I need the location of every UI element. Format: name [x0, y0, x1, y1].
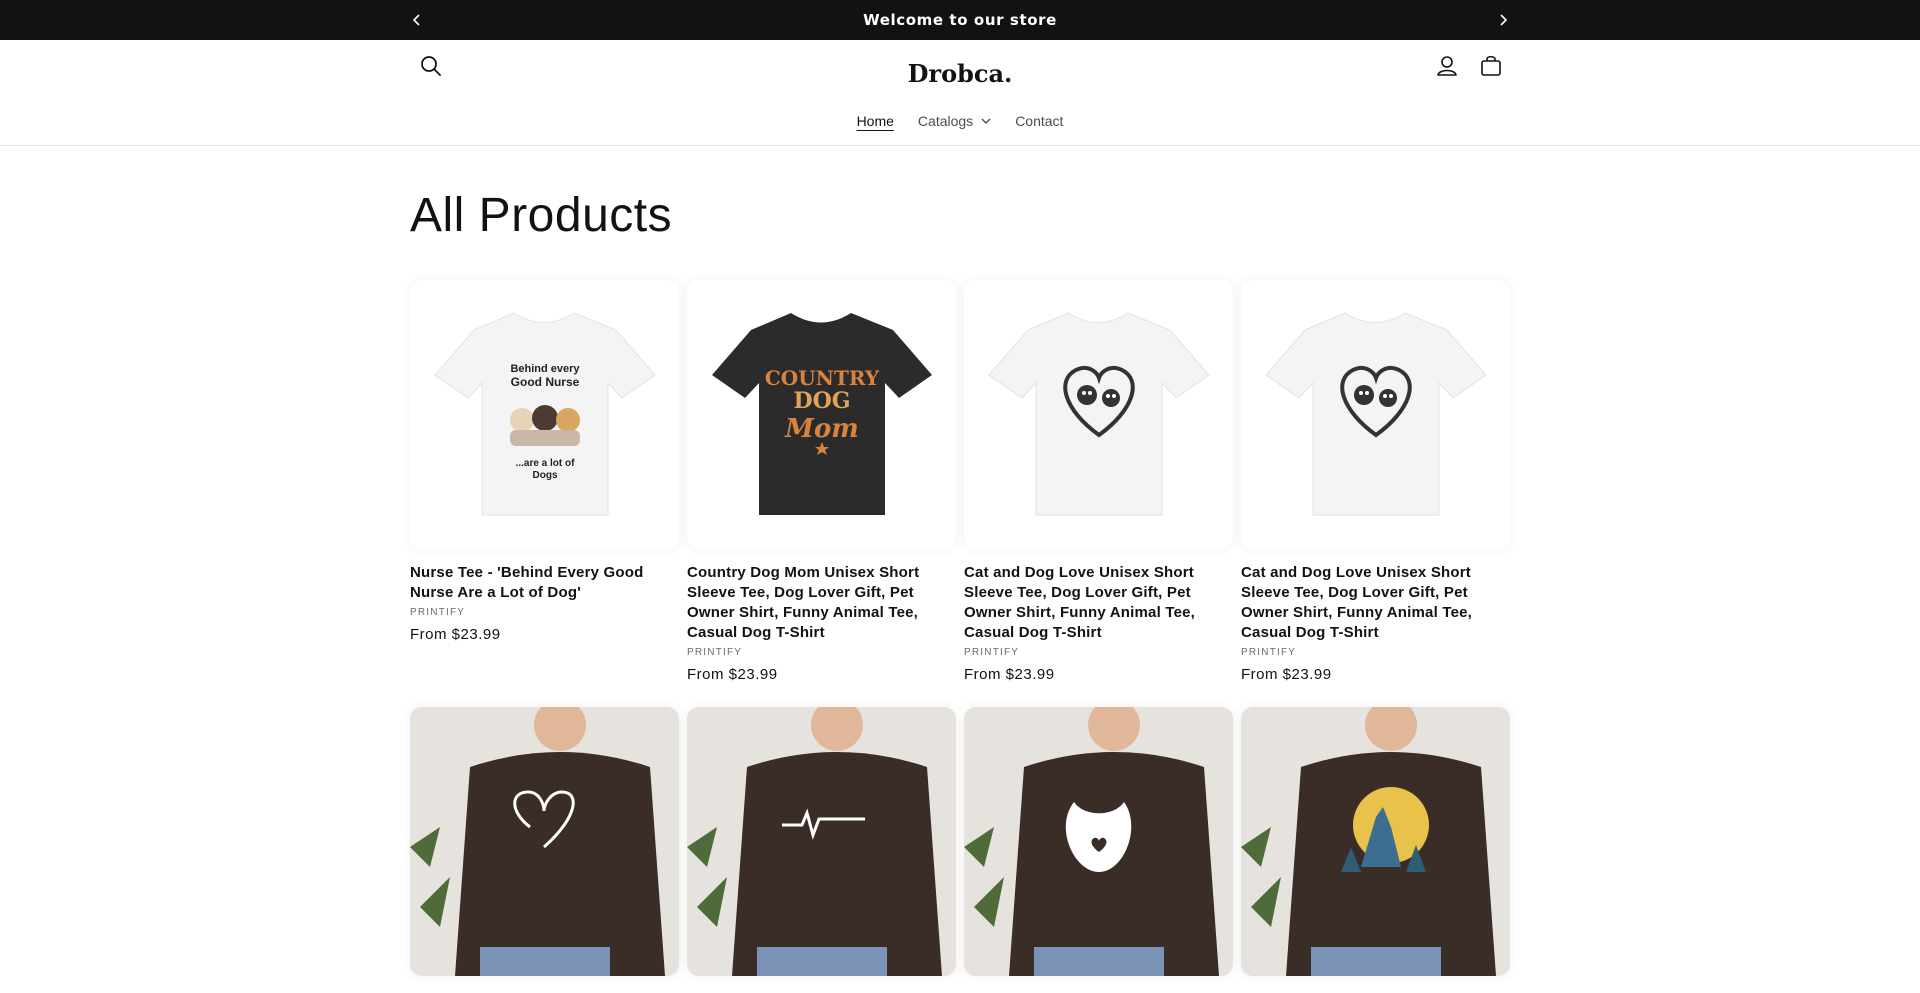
- print-text-line: Mom: [784, 414, 859, 444]
- main-nav: Home Catalogs Contact: [0, 106, 1920, 136]
- product-card[interactable]: Cat and Dog Love Unisex Short Sleeve Tee…: [964, 280, 1233, 683]
- print-text-line: ...are a lot of: [516, 458, 576, 469]
- announcement-bar: Welcome to our store: [0, 0, 1920, 40]
- product-price: From $23.99: [410, 626, 501, 643]
- chevron-down-icon: [981, 118, 991, 124]
- print-text-line: Good Nurse: [511, 375, 580, 389]
- nav-item-catalogs[interactable]: Catalogs: [918, 113, 991, 129]
- product-image[interactable]: Behind every Good Nurse ...are a lot of …: [410, 280, 679, 549]
- product-image[interactable]: COUNTRY DOG Mom: [687, 280, 956, 549]
- print-text-line: Dogs: [533, 470, 558, 481]
- cart-icon: [1481, 55, 1501, 76]
- cart-button[interactable]: [1475, 50, 1507, 82]
- model-photo: [964, 707, 1233, 976]
- product-image[interactable]: [964, 280, 1233, 549]
- product-vendor: PRINTIFY: [1241, 647, 1297, 658]
- product-price: From $23.99: [1241, 666, 1332, 683]
- print-text-line: Behind every: [510, 363, 580, 375]
- product-image[interactable]: [1241, 280, 1510, 549]
- product-card[interactable]: [1241, 707, 1510, 976]
- product-card[interactable]: Cat and Dog Love Unisex Short Sleeve Tee…: [1241, 280, 1510, 683]
- search-button[interactable]: [415, 50, 447, 82]
- model-photo: [687, 707, 956, 976]
- model-photo: [1241, 707, 1510, 976]
- announcement-next-button[interactable]: [1491, 8, 1515, 32]
- site-header: Drobca. Home Catalogs Contact: [0, 40, 1920, 146]
- product-grid: Behind every Good Nurse ...are a lot of …: [410, 280, 1510, 976]
- product-image[interactable]: [687, 707, 956, 976]
- product-vendor: PRINTIFY: [687, 647, 743, 658]
- product-card[interactable]: [410, 707, 679, 976]
- product-title[interactable]: Cat and Dog Love Unisex Short Sleeve Tee…: [1241, 563, 1510, 643]
- product-card[interactable]: Behind every Good Nurse ...are a lot of …: [410, 280, 679, 683]
- tshirt-image: Behind every Good Nurse ...are a lot of …: [434, 312, 656, 516]
- product-card[interactable]: [964, 707, 1233, 976]
- tshirt-image: [988, 312, 1210, 516]
- tshirt-image: COUNTRY DOG Mom: [712, 313, 932, 515]
- chevron-right-icon: [1500, 14, 1508, 26]
- product-image[interactable]: [964, 707, 1233, 976]
- product-vendor: PRINTIFY: [410, 607, 466, 618]
- nav-item-contact[interactable]: Contact: [1015, 113, 1063, 129]
- announcement-text: Welcome to our store: [863, 11, 1057, 29]
- store-logo[interactable]: Drobca.: [860, 50, 1060, 98]
- product-card[interactable]: COUNTRY DOG Mom Country Dog Mom Unisex S…: [687, 280, 956, 683]
- product-title[interactable]: Country Dog Mom Unisex Short Sleeve Tee,…: [687, 563, 956, 643]
- account-button[interactable]: [1431, 50, 1463, 82]
- tshirt-image: [1265, 312, 1487, 516]
- product-image[interactable]: [410, 707, 679, 976]
- product-card[interactable]: [687, 707, 956, 976]
- nav-item-catalogs-label: Catalogs: [917, 113, 974, 129]
- product-title[interactable]: Nurse Tee - 'Behind Every Good Nurse Are…: [410, 563, 679, 603]
- account-icon: [1437, 56, 1457, 76]
- product-image[interactable]: [1241, 707, 1510, 976]
- nav-item-home[interactable]: Home: [857, 113, 894, 129]
- print-text-line: COUNTRY: [765, 366, 880, 390]
- product-price: From $23.99: [964, 666, 1055, 683]
- search-icon: [421, 56, 441, 76]
- product-price: From $23.99: [687, 666, 778, 683]
- product-title[interactable]: Cat and Dog Love Unisex Short Sleeve Tee…: [964, 563, 1233, 643]
- product-vendor: PRINTIFY: [964, 647, 1020, 658]
- print-text-line: DOG: [793, 388, 850, 414]
- model-photo: [410, 707, 679, 976]
- page-title: All Products: [410, 189, 673, 242]
